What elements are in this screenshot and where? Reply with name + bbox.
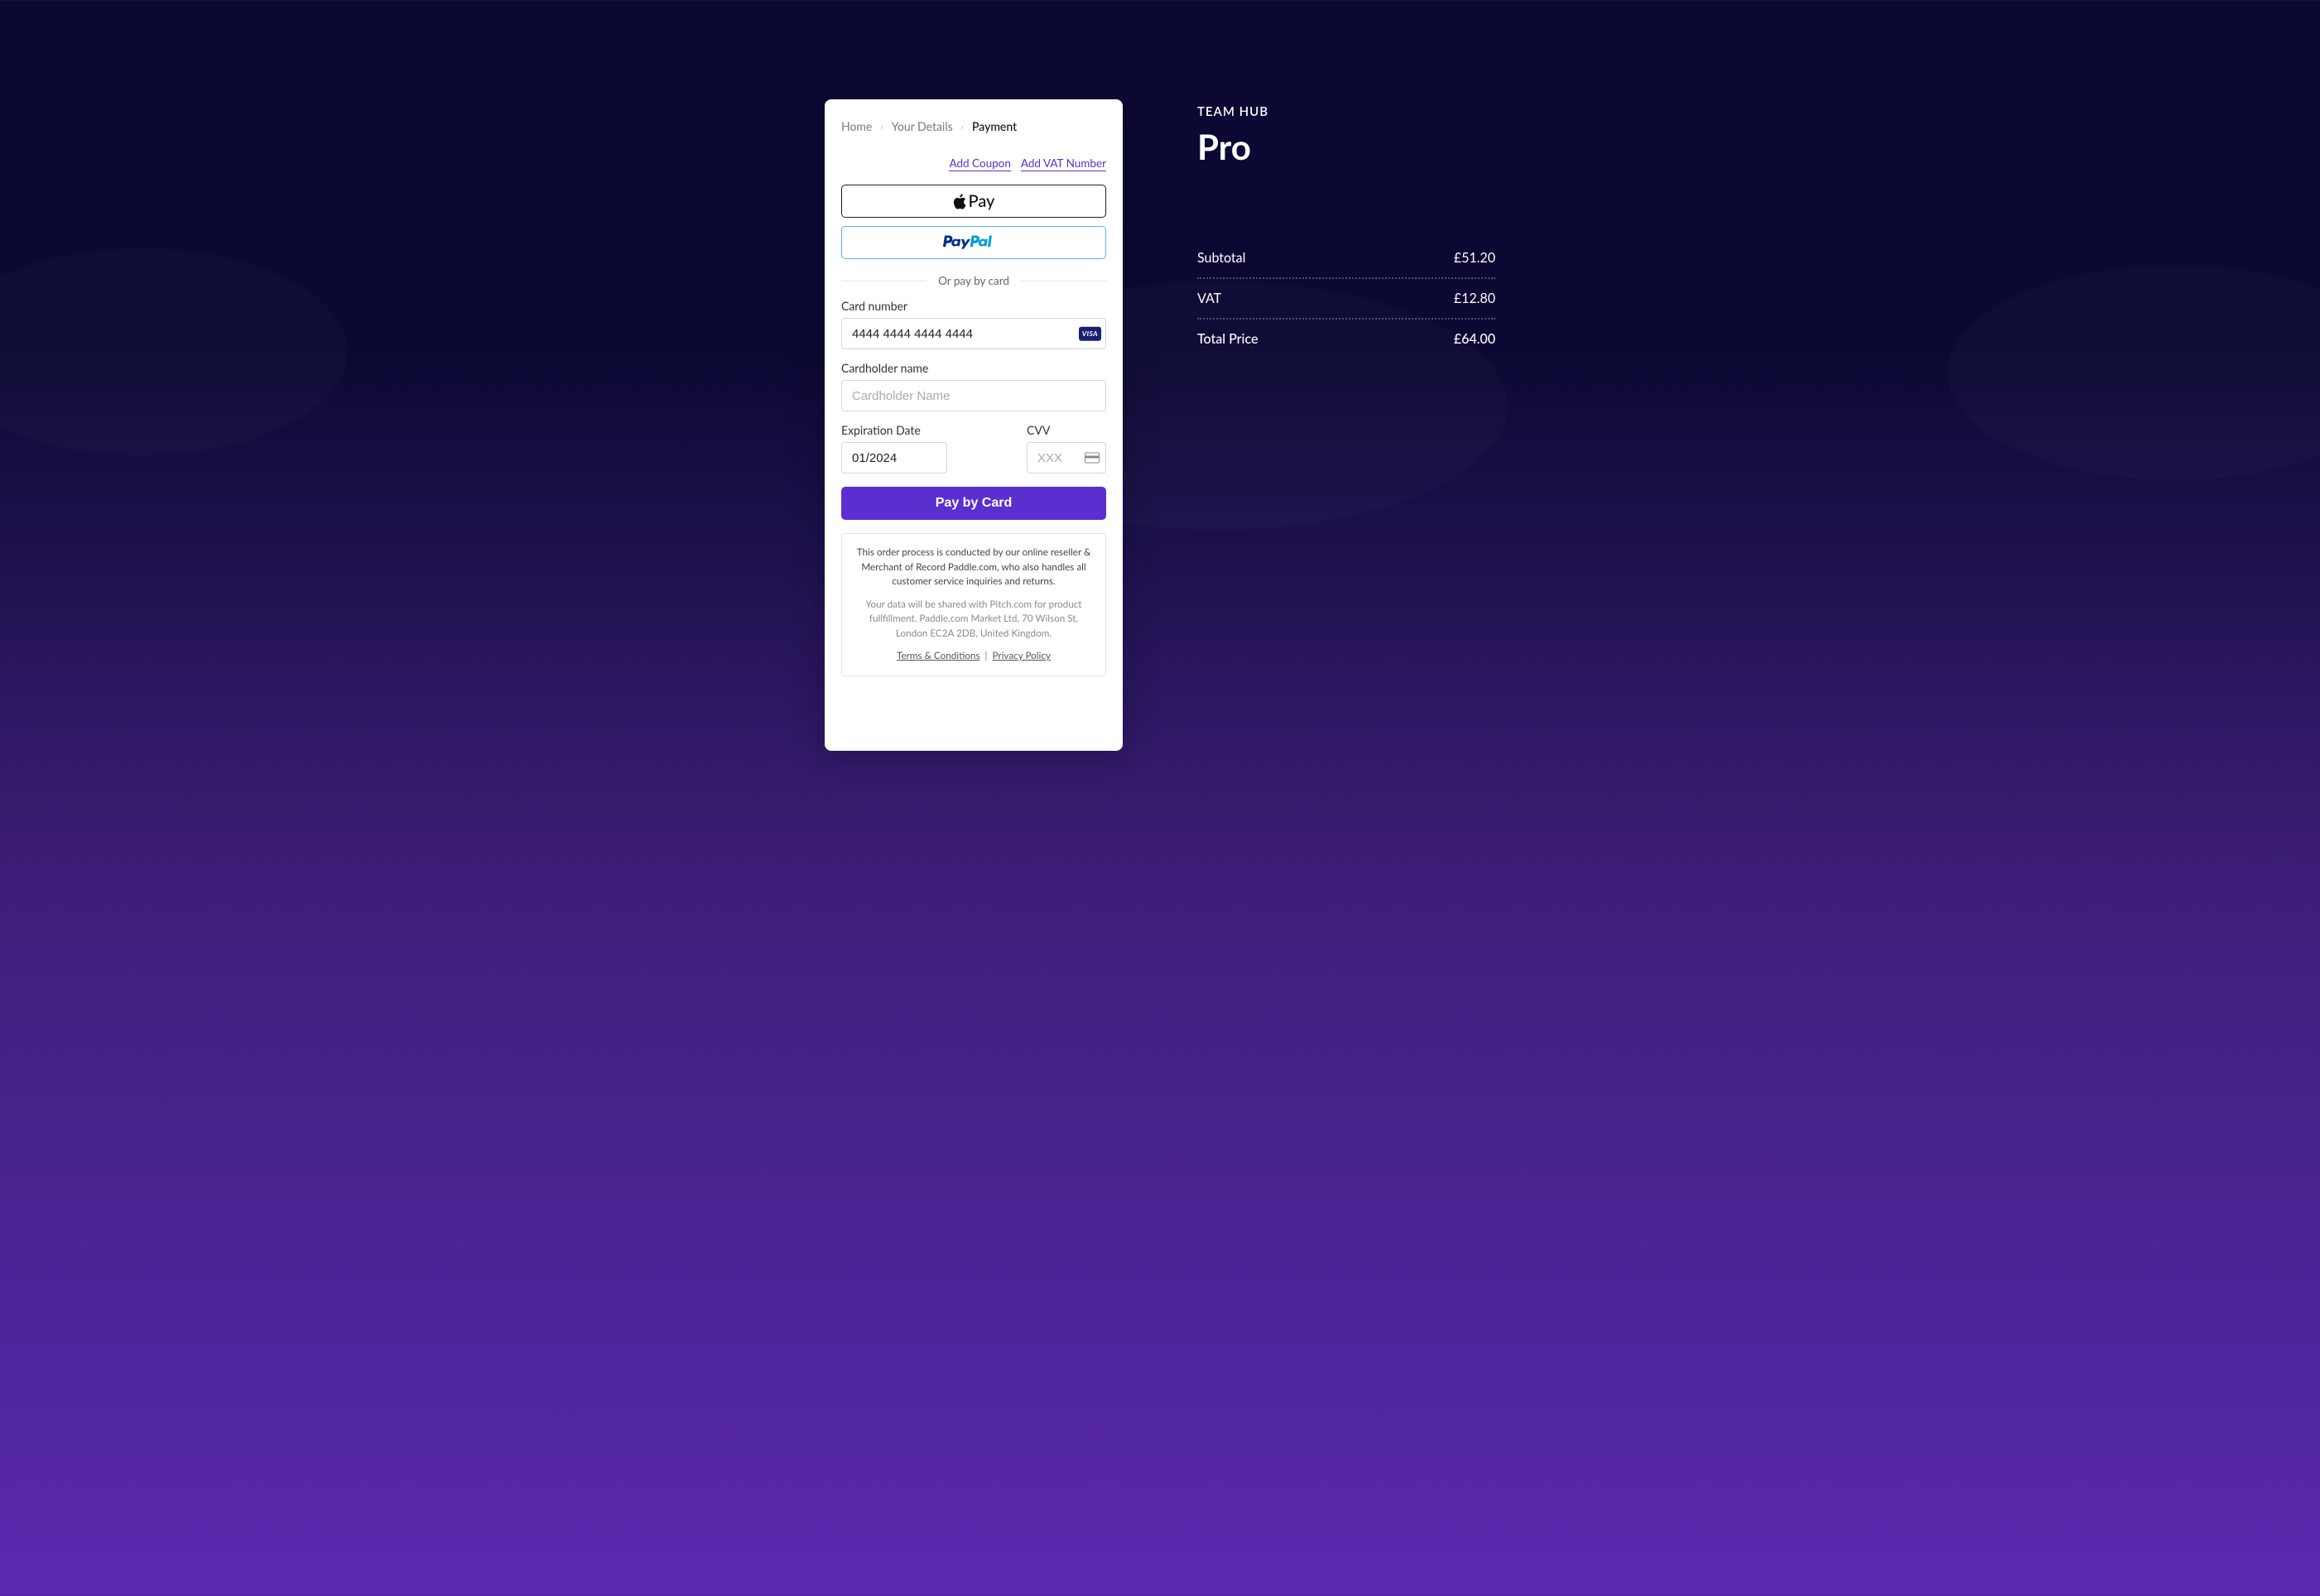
apple-logo-icon [953, 194, 966, 209]
card-back-icon [1085, 453, 1100, 464]
summary-eyebrow: TEAM HUB [1197, 104, 1495, 119]
cvv-label: CVV [1027, 423, 1106, 437]
breadcrumb-your-details[interactable]: Your Details [892, 119, 953, 133]
privacy-policy-link[interactable]: Privacy Policy [992, 650, 1051, 661]
total-price-label: Total Price [1197, 331, 1258, 347]
summary-plan-name: Pro [1197, 126, 1495, 167]
pay-by-card-divider: Or pay by card [841, 274, 1106, 287]
cardholder-name-input[interactable] [841, 380, 1106, 411]
chevron-right-icon: › [880, 120, 883, 132]
terms-and-conditions-link[interactable]: Terms & Conditions [897, 650, 980, 661]
expiration-date-input[interactable] [841, 442, 947, 474]
coupon-vat-links: Add Coupon Add VAT Number [841, 156, 1106, 171]
vat-label: VAT [1197, 291, 1221, 306]
legal-text-merchant: This order process is conducted by our o… [854, 546, 1094, 589]
subtotal-value: £51.20 [1454, 250, 1495, 266]
apple-pay-label: Pay [969, 191, 995, 211]
checkout-card: Home › Your Details › Payment Add Coupon… [825, 99, 1123, 751]
subtotal-label: Subtotal [1197, 250, 1245, 266]
breadcrumb: Home › Your Details › Payment [841, 119, 1106, 133]
apple-pay-button[interactable]: Pay [841, 185, 1106, 218]
vat-value: £12.80 [1454, 291, 1495, 306]
add-vat-number-link[interactable]: Add VAT Number [1021, 156, 1106, 171]
legal-box: This order process is conducted by our o… [841, 533, 1106, 676]
legal-text-data: Your data will be shared with Pitch.com … [854, 598, 1094, 642]
card-number-input[interactable] [841, 318, 1106, 349]
legal-separator: | [985, 650, 988, 661]
paypal-logo-icon [939, 234, 1008, 251]
breadcrumb-payment: Payment [972, 119, 1017, 133]
card-brand-badge: VISA [1079, 327, 1101, 341]
total-price-value: £64.00 [1454, 331, 1495, 347]
chevron-right-icon: › [961, 120, 964, 132]
order-summary: TEAM HUB Pro Subtotal £51.20 VAT £12.80 … [1197, 99, 1495, 358]
pay-by-card-button[interactable]: Pay by Card [841, 487, 1106, 520]
cardholder-name-label: Cardholder name [841, 361, 1106, 375]
card-number-label: Card number [841, 299, 1106, 313]
summary-total-row: Total Price £64.00 [1197, 320, 1495, 358]
summary-vat-row: VAT £12.80 [1197, 279, 1495, 320]
divider-label: Or pay by card [938, 274, 1009, 287]
paypal-button[interactable] [841, 226, 1106, 259]
summary-subtotal-row: Subtotal £51.20 [1197, 238, 1495, 279]
add-coupon-link[interactable]: Add Coupon [949, 156, 1010, 171]
expiration-date-label: Expiration Date [841, 423, 947, 437]
breadcrumb-home[interactable]: Home [841, 119, 872, 133]
